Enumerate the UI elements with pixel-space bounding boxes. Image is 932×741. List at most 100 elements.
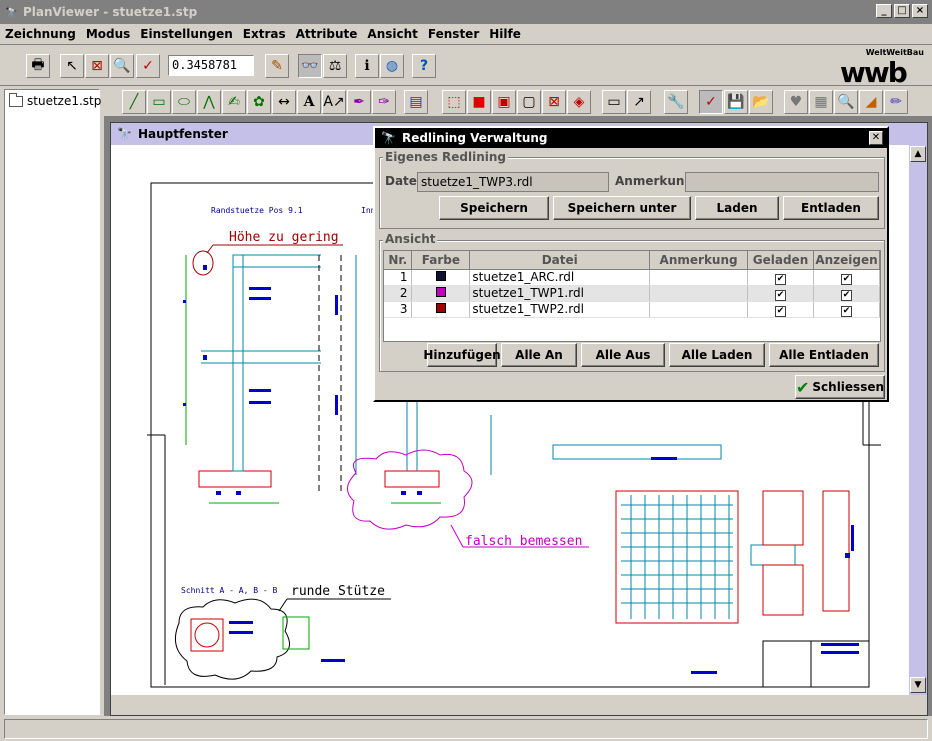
text-icon[interactable]: A	[297, 90, 321, 114]
select-arrow-icon[interactable]: ↖	[60, 54, 84, 78]
row-anmerkung[interactable]	[649, 285, 749, 302]
col-nr[interactable]: Nr.	[384, 251, 413, 270]
table-row[interactable]: 2 stuetze1_TWP1.rdl ✔ ✔	[384, 285, 881, 302]
text-arrow-icon[interactable]: A↗	[322, 90, 346, 114]
export-icon[interactable]: ↗	[627, 90, 651, 114]
scroll-up-icon[interactable]: ▲	[910, 146, 926, 162]
search-icon[interactable]: 🔍	[834, 90, 858, 114]
menu-einstellungen[interactable]: Einstellungen	[135, 27, 237, 41]
col-anmerkung[interactable]: Anmerkung	[649, 251, 749, 270]
close-button[interactable]: ×	[912, 4, 928, 18]
menu-ansicht[interactable]: Ansicht	[362, 27, 422, 41]
alle-an-button[interactable]: Alle An	[501, 343, 577, 367]
move-icon[interactable]: ◈	[567, 90, 591, 114]
redline-falsch-text: falsch bemessen	[465, 534, 582, 549]
delete-icon[interactable]: ⊠	[542, 90, 566, 114]
polyline-icon[interactable]: ⋀	[197, 90, 221, 114]
col-geladen[interactable]: Geladen	[747, 251, 814, 270]
menu-zeichnung[interactable]: Zeichnung	[0, 27, 81, 41]
cloud-icon[interactable]: ✿	[247, 90, 271, 114]
dimension-icon[interactable]: ↔	[272, 90, 296, 114]
table-row[interactable]: 3 stuetze1_TWP2.rdl ✔ ✔	[384, 301, 881, 318]
tree-item-file[interactable]: stuetze1.stp	[9, 92, 101, 108]
menu-fenster[interactable]: Fenster	[423, 27, 484, 41]
pen2-icon[interactable]: ✑	[372, 90, 396, 114]
print-icon[interactable]: 🖶	[26, 54, 50, 78]
binoculars-tool-icon[interactable]: 👓	[298, 54, 322, 78]
fill-red-icon[interactable]: ■	[467, 90, 491, 114]
speichern-unter-button[interactable]: Speichern unter	[553, 196, 691, 220]
anmerkung-label: Anmerkung	[615, 174, 694, 188]
hinzufuegen-button[interactable]: Hinzufügen	[423, 343, 501, 367]
row-anmerkung[interactable]	[649, 269, 749, 286]
checkmark-icon: ✔	[795, 377, 810, 397]
minimize-button[interactable]: _	[876, 4, 892, 18]
frame2-icon[interactable]: ▢	[517, 90, 541, 114]
rectangle-icon[interactable]: ▭	[147, 90, 171, 114]
binoculars-icon: 🔭	[4, 6, 18, 19]
help-icon[interactable]: ?	[412, 54, 436, 78]
menu-attribute[interactable]: Attribute	[291, 27, 363, 41]
geladen-checkbox[interactable]: ✔	[775, 305, 786, 317]
row-datei: stuetze1_TWP1.rdl	[469, 285, 651, 302]
anzeigen-checkbox[interactable]: ✔	[840, 289, 852, 301]
freehand-icon[interactable]: ✍	[222, 90, 246, 114]
color-swatch[interactable]	[435, 287, 446, 297]
menu-hilfe[interactable]: Hilfe	[484, 27, 526, 41]
anzeigen-checkbox[interactable]: ✔	[840, 273, 852, 285]
eraser-icon[interactable]: ◢	[859, 90, 883, 114]
save-icon[interactable]: 💾	[724, 90, 748, 114]
open-layer-icon[interactable]: ▤	[404, 90, 428, 114]
clipboard-icon[interactable]: ▦	[809, 90, 833, 114]
color-swatch[interactable]	[435, 303, 446, 313]
row-nr: 3	[384, 301, 413, 318]
menu-extras[interactable]: Extras	[238, 27, 291, 41]
window-title: PlanViewer - stuetze1.stp	[23, 5, 198, 19]
redline-check-icon[interactable]: ✓	[136, 54, 160, 78]
vertical-scrollbar[interactable]: ▲ ▼	[909, 145, 927, 695]
ellipse-icon[interactable]: ⬭	[172, 90, 196, 114]
schliessen-button[interactable]: ✔ Schliessen	[795, 375, 885, 399]
label-randstuetze: Randstuetze Pos 9.1	[211, 206, 303, 215]
menu-modus[interactable]: Modus	[81, 27, 135, 41]
pencil-icon[interactable]: ✏	[884, 90, 908, 114]
info-icon[interactable]: ℹ	[355, 54, 379, 78]
zoom-input[interactable]: 0.3458781	[168, 55, 254, 76]
alle-laden-button[interactable]: Alle Laden	[669, 343, 765, 367]
col-anzeigen[interactable]: Anzeigen	[813, 251, 881, 270]
open-folder-icon[interactable]: 📂	[749, 90, 773, 114]
alle-entladen-button[interactable]: Alle Entladen	[769, 343, 879, 367]
redline-active-icon[interactable]: ✓	[699, 90, 723, 114]
datei-field[interactable]: stuetze1_TWP3.rdl	[417, 172, 609, 192]
col-farbe[interactable]: Farbe	[411, 251, 471, 270]
scroll-down-icon[interactable]: ▼	[910, 677, 926, 693]
laden-button[interactable]: Laden	[695, 196, 779, 220]
color-swatch[interactable]	[435, 271, 446, 281]
geladen-checkbox[interactable]: ✔	[775, 289, 786, 301]
scale-icon[interactable]: ⚖	[323, 54, 347, 78]
zoom-icon[interactable]: 🔍	[110, 54, 134, 78]
dialog-close-icon[interactable]: ✕	[869, 131, 883, 145]
alle-aus-button[interactable]: Alle Aus	[581, 343, 665, 367]
pen-icon[interactable]: ✒	[347, 90, 371, 114]
col-datei[interactable]: Datei	[469, 251, 651, 270]
wrench-icon[interactable]: 🔧	[664, 90, 688, 114]
select-box-icon[interactable]: ⊠	[85, 54, 109, 78]
anmerkung-field[interactable]	[685, 172, 879, 192]
horizontal-scrollbar[interactable]	[111, 695, 927, 715]
geladen-checkbox[interactable]: ✔	[775, 273, 786, 285]
select-icon[interactable]: ⬚	[442, 90, 466, 114]
row-anmerkung[interactable]	[649, 301, 749, 318]
maximize-button[interactable]: □	[894, 4, 910, 18]
brush-icon[interactable]: ✎	[265, 54, 289, 78]
entladen-button[interactable]: Entladen	[783, 196, 879, 220]
line-icon[interactable]: ╱	[122, 90, 146, 114]
table-row[interactable]: 1 stuetze1_ARC.rdl ✔ ✔	[384, 269, 881, 286]
anzeigen-checkbox[interactable]: ✔	[840, 305, 852, 317]
speichern-button[interactable]: Speichern	[439, 196, 549, 220]
globe-icon[interactable]: ◍	[380, 54, 404, 78]
frame-icon[interactable]: ▣	[492, 90, 516, 114]
measure-icon[interactable]: ▭	[602, 90, 626, 114]
heart-icon[interactable]: ♥	[784, 90, 808, 114]
own-redlining-label: Eigenes Redlining	[383, 150, 509, 164]
